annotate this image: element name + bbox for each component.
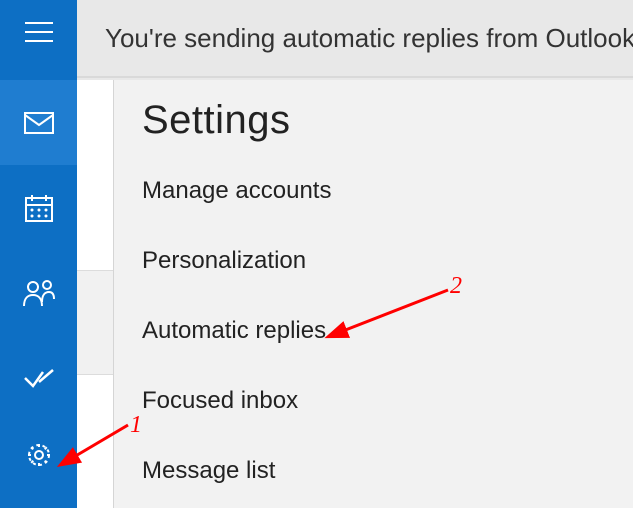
message-list-strip-mid: [77, 270, 113, 375]
sidebar-item-people[interactable]: [0, 250, 77, 335]
settings-item-manage-accounts[interactable]: Manage accounts: [142, 177, 633, 205]
todo-icon: [23, 368, 55, 388]
settings-item-automatic-replies[interactable]: Automatic replies: [142, 317, 633, 345]
hamburger-icon: [25, 22, 53, 42]
sidebar-item-settings[interactable]: [0, 420, 77, 490]
gear-icon: [25, 441, 53, 469]
sidebar-icons: [0, 80, 77, 490]
message-list-strip-top: [77, 80, 113, 270]
settings-item-personalization[interactable]: Personalization: [142, 247, 633, 275]
sidebar-item-todo[interactable]: [0, 335, 77, 420]
notification-message: You're sending automatic replies from Ou…: [105, 23, 633, 54]
mail-icon: [24, 112, 54, 134]
hamburger-button[interactable]: [0, 0, 77, 80]
settings-title: Settings: [142, 98, 633, 143]
people-icon: [23, 279, 55, 307]
settings-panel: Settings Manage accounts Personalization…: [113, 80, 633, 508]
message-list-strip-bottom: [77, 375, 113, 508]
sidebar-item-calendar[interactable]: [0, 165, 77, 250]
settings-item-focused-inbox[interactable]: Focused inbox: [142, 387, 633, 415]
sidebar: [0, 0, 77, 508]
sidebar-item-mail[interactable]: [0, 80, 77, 165]
settings-item-message-list[interactable]: Message list: [142, 457, 633, 485]
notification-bar: You're sending automatic replies from Ou…: [77, 0, 633, 78]
calendar-icon: [25, 194, 53, 222]
